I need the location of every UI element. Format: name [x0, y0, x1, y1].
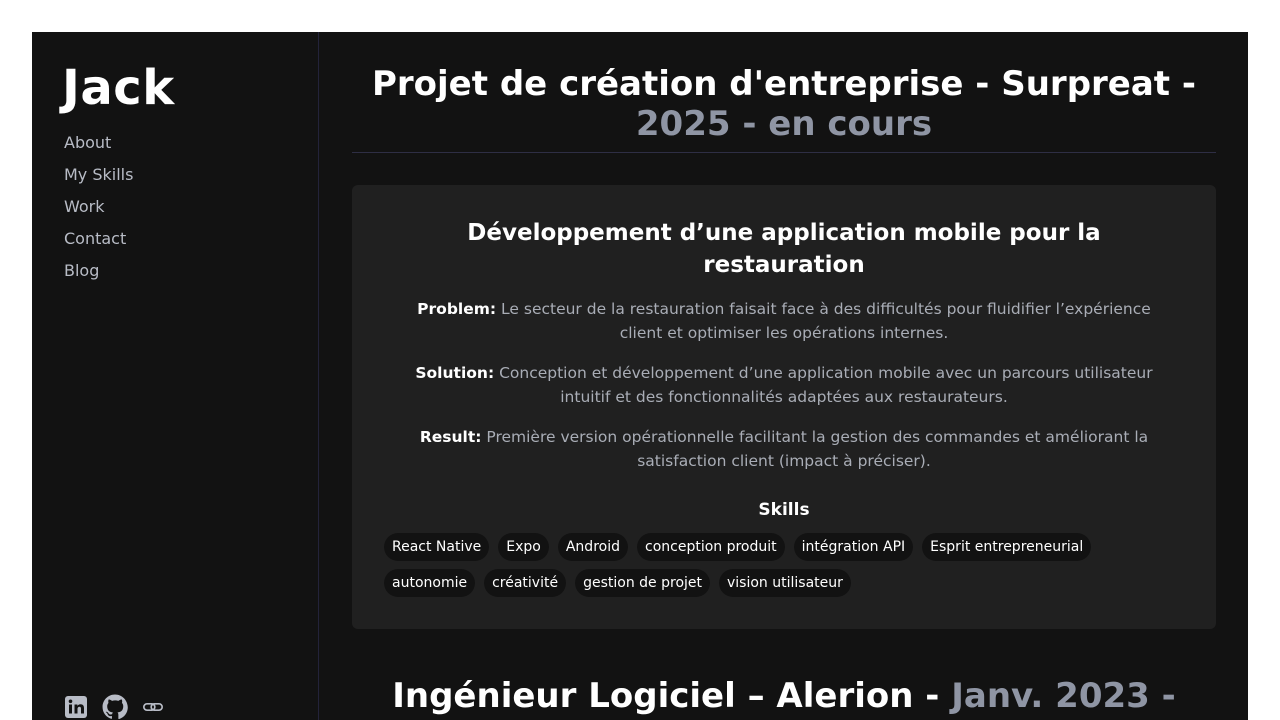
- result-text: Première version opérationnelle facilita…: [481, 428, 1149, 470]
- skill-chip-expo: Expo: [498, 533, 549, 561]
- project-period: 2025 - en cours: [635, 104, 933, 144]
- section-divider: [352, 152, 1216, 153]
- solution-paragraph: Solution: Conception et développement d’…: [394, 361, 1174, 409]
- project-card: Développement d’une application mobile p…: [352, 185, 1216, 629]
- nav-link-work[interactable]: Work: [64, 191, 133, 223]
- skill-chip-esprit-entrepreneurial: Esprit entrepreneurial: [922, 533, 1092, 561]
- skill-chip-gestion-de-projet: gestion de projet: [575, 569, 710, 597]
- nav-link-about[interactable]: About: [64, 127, 133, 159]
- nav-link-contact[interactable]: Contact: [64, 223, 133, 255]
- problem-label: Problem:: [417, 300, 497, 318]
- skill-chip-conception-produit: conception produit: [637, 533, 785, 561]
- next-project-title: Ingénieur Logiciel – Alerion - Janv. 202…: [352, 676, 1216, 716]
- next-project-title-text: Ingénieur Logiciel – Alerion -: [392, 676, 952, 716]
- main-content: Projet de création d'entreprise - Surpre…: [352, 32, 1216, 720]
- page-frame: Jack About My Skills Work Contact Blog P…: [32, 32, 1248, 720]
- social-links: [64, 694, 164, 720]
- skill-chip-react-native: React Native: [384, 533, 490, 561]
- linkedin-icon[interactable]: [64, 695, 88, 719]
- skill-chip-autonomie: autonomie: [384, 569, 476, 597]
- result-label: Result:: [419, 428, 482, 446]
- sidebar: Jack About My Skills Work Contact Blog: [32, 32, 319, 720]
- nav-link-my-skills[interactable]: My Skills: [64, 159, 133, 191]
- skill-chip-creativite: créativité: [484, 569, 567, 597]
- skill-chip-integration-api: intégration API: [793, 533, 914, 561]
- github-icon[interactable]: [102, 694, 128, 720]
- problem-text: Le secteur de la restauration faisait fa…: [496, 300, 1151, 342]
- skill-chip-vision-utilisateur: vision utilisateur: [719, 569, 851, 597]
- next-project-period: Janv. 2023 -: [951, 676, 1176, 716]
- project-title-text: Projet de création d'entreprise - Surpre…: [371, 64, 1197, 104]
- link-icon[interactable]: [142, 696, 164, 718]
- skills-list: React Native Expo Android conception pro…: [384, 533, 1144, 597]
- site-brand[interactable]: Jack: [62, 60, 175, 116]
- project-title: Projet de création d'entreprise - Surpre…: [352, 64, 1216, 144]
- solution-text: Conception et développement d’une applic…: [494, 364, 1153, 406]
- nav-link-blog[interactable]: Blog: [64, 255, 133, 287]
- sidebar-nav: About My Skills Work Contact Blog: [64, 127, 133, 287]
- problem-paragraph: Problem: Le secteur de la restauration f…: [394, 297, 1174, 345]
- skill-chip-android: Android: [557, 533, 628, 561]
- project-card-heading: Développement d’une application mobile p…: [467, 220, 1101, 278]
- solution-label: Solution:: [415, 364, 495, 382]
- skills-heading: Skills: [758, 500, 810, 520]
- result-paragraph: Result: Première version opérationnelle …: [394, 425, 1174, 473]
